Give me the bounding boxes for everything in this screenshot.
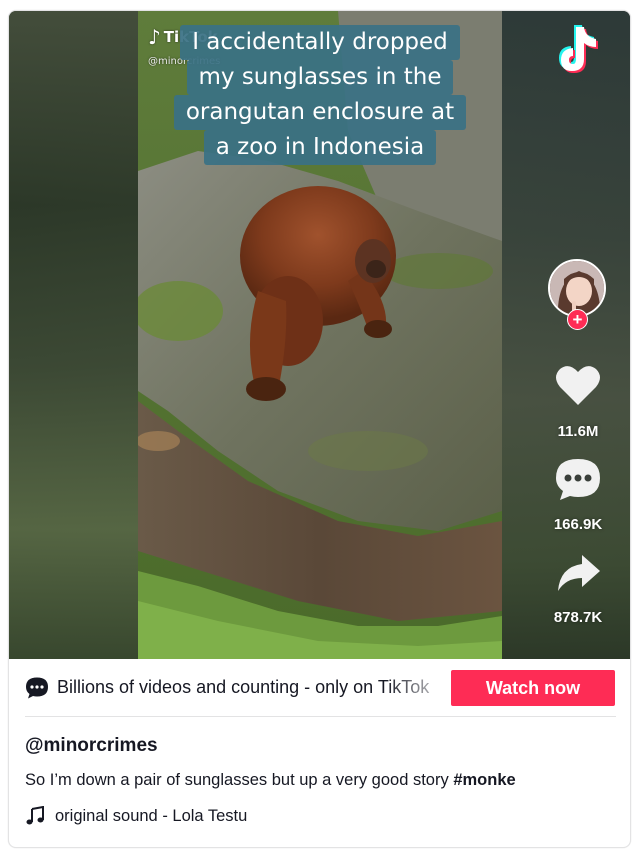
video-frame[interactable]: ♪ TikTok @minorcrimes I accidentally dro… [138,11,502,659]
tiktok-logo-icon[interactable] [554,21,606,77]
music-note-icon [26,806,44,825]
watch-now-button[interactable]: Watch now [451,670,615,706]
hashtag-link[interactable]: #monke [453,771,515,789]
heart-icon[interactable] [554,363,602,407]
comment-icon[interactable] [554,457,602,501]
caption-line: I accidentally dropped [180,25,460,60]
promo-bar: Billions of videos and counting - only o… [9,659,630,717]
post-description: So I’m down a pair of sunglasses but up … [25,771,516,790]
comment-count: 166.9K [553,516,603,533]
like-count: 11.6M [557,423,599,440]
video-caption-overlay: I accidentally dropped my sunglasses in … [138,25,502,165]
caption-line: orangutan enclosure at [173,95,467,130]
follow-button[interactable]: + [567,309,588,330]
share-count: 878.7K [553,609,603,626]
description-text: So I’m down a pair of sunglasses but up … [25,771,454,789]
music-title[interactable]: original sound - Lola Testu [55,807,247,826]
share-icon[interactable] [554,551,602,595]
caption-line: a zoo in Indonesia [203,130,437,165]
music-row[interactable]: original sound - Lola Testu [25,806,247,826]
divider [25,716,616,717]
action-sidebar: + 11.6M 166.9K 878.7K [542,11,612,659]
tiktok-embed-card: ♪ TikTok @minorcrimes I accidentally dro… [8,10,631,848]
promo-text: Billions of videos and counting - only o… [57,677,430,697]
caption-line: my sunglasses in the [186,60,454,95]
video-player[interactable]: ♪ TikTok @minorcrimes I accidentally dro… [9,11,630,659]
chat-bubble-icon [26,677,48,699]
author-username-link[interactable]: @minorcrimes [25,735,158,757]
video-blur-backdrop-left [9,11,139,659]
